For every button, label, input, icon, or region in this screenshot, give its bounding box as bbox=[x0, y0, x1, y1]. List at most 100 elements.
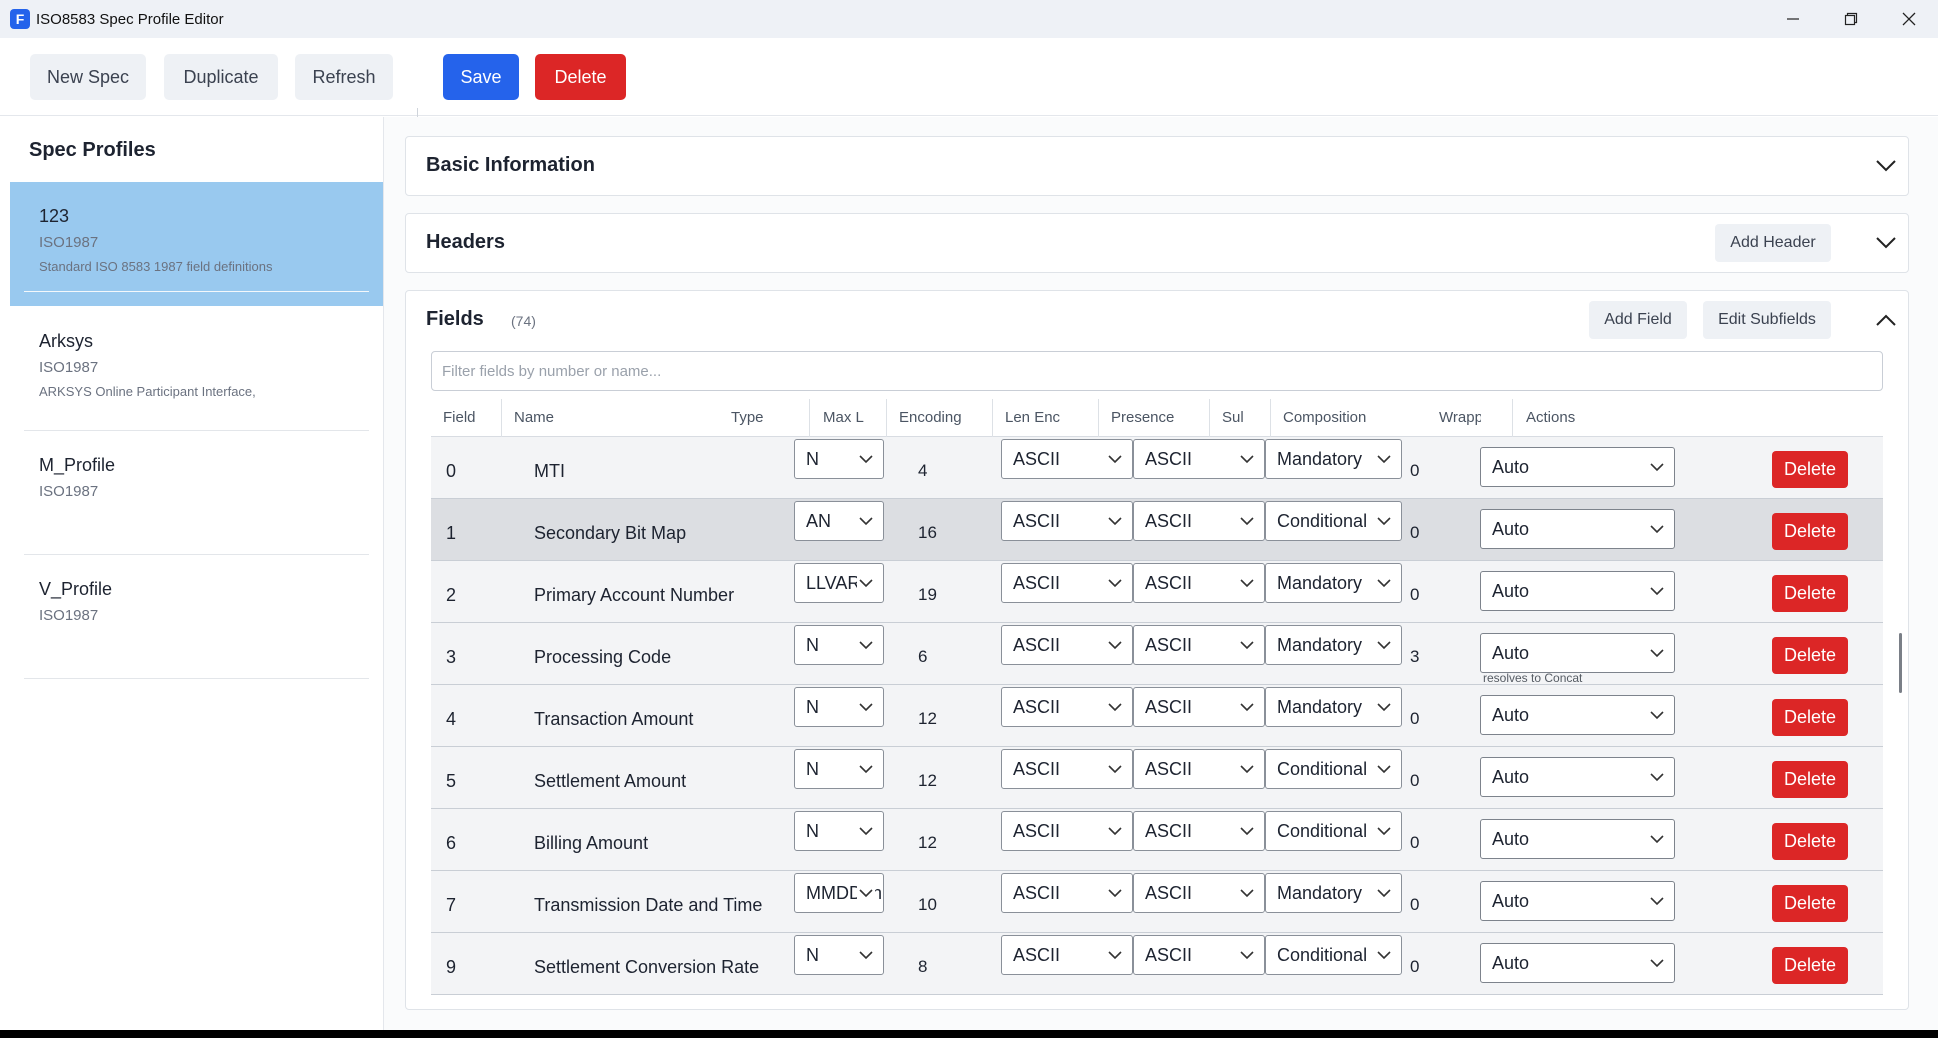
type-select[interactable]: MMDDhhmmss bbox=[794, 873, 884, 913]
close-button[interactable] bbox=[1880, 0, 1938, 38]
type-select[interactable]: N bbox=[794, 687, 884, 727]
len-enc-select[interactable]: ASCII bbox=[1133, 749, 1265, 789]
composition-select[interactable]: Auto bbox=[1480, 881, 1675, 921]
profile-item-arksys[interactable]: Arksys ISO1987 ARKSYS Online Participant… bbox=[10, 307, 383, 431]
column-header[interactable]: Composition bbox=[1283, 399, 1366, 437]
column-header[interactable]: Actions bbox=[1526, 399, 1575, 437]
encoding-select[interactable]: ASCII bbox=[1001, 439, 1133, 479]
table-row[interactable]: 9 Settlement Conversion Rate N 8 ASCII ASCII C… bbox=[431, 933, 1883, 995]
encoding-select[interactable]: ASCII bbox=[1001, 749, 1133, 789]
len-enc-select[interactable]: ASCII bbox=[1133, 687, 1265, 727]
encoding-select[interactable]: ASCII bbox=[1001, 501, 1133, 541]
composition-select[interactable]: Auto bbox=[1480, 943, 1675, 983]
profile-item-123[interactable]: 123 ISO1987 Standard ISO 8583 1987 field… bbox=[10, 182, 383, 306]
chevron-down-icon[interactable] bbox=[1874, 154, 1898, 178]
encoding-select[interactable]: ASCII bbox=[1001, 873, 1133, 913]
encoding-select[interactable]: ASCII bbox=[1001, 625, 1133, 665]
type-select[interactable]: AN bbox=[794, 501, 884, 541]
minimize-button[interactable] bbox=[1764, 0, 1822, 38]
type-select[interactable]: N bbox=[794, 935, 884, 975]
table-row[interactable]: 6 Billing Amount N 12 ASCII ASCII Conditional 0… bbox=[431, 809, 1883, 871]
column-divider[interactable] bbox=[1270, 399, 1271, 437]
table-row[interactable]: 7 Transmission Date and Time MMDDhhmmss 10 A… bbox=[431, 871, 1883, 933]
presence-select[interactable]: Mandatory bbox=[1265, 563, 1402, 603]
column-divider[interactable] bbox=[1512, 399, 1513, 437]
presence-select[interactable]: Conditional bbox=[1265, 811, 1402, 851]
encoding-select[interactable]: ASCII bbox=[1001, 563, 1133, 603]
column-header[interactable]: Field bbox=[443, 399, 476, 437]
presence-select[interactable]: Conditional bbox=[1265, 935, 1402, 975]
table-row[interactable]: 4 Transaction Amount N 12 ASCII ASCII Mandator… bbox=[431, 685, 1883, 747]
composition-select[interactable]: Auto bbox=[1480, 571, 1675, 611]
column-divider[interactable] bbox=[809, 399, 810, 437]
table-row[interactable]: 1 Secondary Bit Map AN 16 ASCII ASCII Conditio… bbox=[431, 499, 1883, 561]
len-enc-select[interactable]: ASCII bbox=[1133, 625, 1265, 665]
composition-select[interactable]: Auto bbox=[1480, 509, 1675, 549]
delete-field-button[interactable]: Delete bbox=[1772, 823, 1848, 860]
delete-field-button[interactable]: Delete bbox=[1772, 513, 1848, 550]
column-divider[interactable] bbox=[501, 399, 502, 437]
delete-field-button[interactable]: Delete bbox=[1772, 637, 1848, 674]
edit-subfields-button[interactable]: Edit Subfields bbox=[1703, 301, 1831, 339]
column-header[interactable]: Wrappe bbox=[1439, 399, 1481, 437]
len-enc-select[interactable]: ASCII bbox=[1133, 935, 1265, 975]
headers-section[interactable]: Headers Add Header bbox=[405, 213, 1909, 273]
table-scrollbar[interactable] bbox=[1899, 633, 1902, 693]
encoding-select[interactable]: ASCII bbox=[1001, 687, 1133, 727]
len-enc-select[interactable]: ASCII bbox=[1133, 811, 1265, 851]
duplicate-button[interactable]: Duplicate bbox=[164, 54, 278, 100]
column-divider[interactable] bbox=[992, 399, 993, 437]
encoding-select[interactable]: ASCII bbox=[1001, 935, 1133, 975]
delete-field-button[interactable]: Delete bbox=[1772, 761, 1848, 798]
maximize-button[interactable] bbox=[1822, 0, 1880, 38]
len-enc-select[interactable]: ASCII bbox=[1133, 563, 1265, 603]
add-field-button[interactable]: Add Field bbox=[1589, 301, 1687, 339]
column-divider[interactable] bbox=[1098, 399, 1099, 437]
column-header[interactable]: Name bbox=[514, 399, 554, 437]
presence-select[interactable]: Mandatory bbox=[1265, 687, 1402, 727]
presence-select[interactable]: Conditional bbox=[1265, 749, 1402, 789]
column-header[interactable]: Sul bbox=[1222, 399, 1244, 437]
basic-information-section[interactable]: Basic Information bbox=[405, 136, 1909, 196]
table-row[interactable]: 2 Primary Account Number LLVAR 19 ASCII ASCII… bbox=[431, 561, 1883, 623]
table-row[interactable]: 5 Settlement Amount N 12 ASCII ASCII Condition… bbox=[431, 747, 1883, 809]
type-select[interactable]: N bbox=[794, 439, 884, 479]
chevron-down-icon[interactable] bbox=[1874, 231, 1898, 255]
presence-select[interactable]: Mandatory bbox=[1265, 873, 1402, 913]
composition-select[interactable]: Auto bbox=[1480, 695, 1675, 735]
table-row[interactable]: 3 Processing Code N 6 ASCII ASCII Mandatory 3 Au… bbox=[431, 623, 1883, 685]
delete-spec-button[interactable]: Delete bbox=[535, 54, 626, 100]
presence-select[interactable]: Conditional bbox=[1265, 501, 1402, 541]
presence-select[interactable]: Mandatory bbox=[1265, 625, 1402, 665]
composition-select[interactable]: Auto bbox=[1480, 447, 1675, 487]
new-spec-button[interactable]: New Spec bbox=[30, 54, 146, 100]
type-select[interactable]: N bbox=[794, 811, 884, 851]
column-header[interactable]: Encoding bbox=[899, 399, 962, 437]
column-header[interactable]: Max L bbox=[823, 399, 864, 437]
refresh-button[interactable]: Refresh bbox=[295, 54, 393, 100]
table-row[interactable]: 0 MTI N 4 ASCII ASCII Mandatory 0 Auto Delete bbox=[431, 437, 1883, 499]
column-header[interactable]: Presence bbox=[1111, 399, 1174, 437]
column-header[interactable]: Type bbox=[731, 399, 764, 437]
len-enc-select[interactable]: ASCII bbox=[1133, 439, 1265, 479]
delete-field-button[interactable]: Delete bbox=[1772, 575, 1848, 612]
profile-item-v-profile[interactable]: V_Profile ISO1987 bbox=[10, 555, 383, 679]
encoding-select[interactable]: ASCII bbox=[1001, 811, 1133, 851]
type-select[interactable]: LLVAR bbox=[794, 563, 884, 603]
chevron-up-icon[interactable] bbox=[1874, 308, 1898, 332]
column-divider[interactable] bbox=[886, 399, 887, 437]
delete-field-button[interactable]: Delete bbox=[1772, 885, 1848, 922]
presence-select[interactable]: Mandatory bbox=[1265, 439, 1402, 479]
len-enc-select[interactable]: ASCII bbox=[1133, 501, 1265, 541]
delete-field-button[interactable]: Delete bbox=[1772, 947, 1848, 984]
type-select[interactable]: N bbox=[794, 749, 884, 789]
column-divider[interactable] bbox=[1209, 399, 1210, 437]
delete-field-button[interactable]: Delete bbox=[1772, 699, 1848, 736]
profile-item-m-profile[interactable]: M_Profile ISO1987 bbox=[10, 431, 383, 555]
len-enc-select[interactable]: ASCII bbox=[1133, 873, 1265, 913]
filter-fields-input[interactable] bbox=[431, 351, 1883, 391]
save-button[interactable]: Save bbox=[443, 54, 519, 100]
type-select[interactable]: N bbox=[794, 625, 884, 665]
composition-select[interactable]: Auto bbox=[1480, 633, 1675, 673]
composition-select[interactable]: Auto bbox=[1480, 819, 1675, 859]
